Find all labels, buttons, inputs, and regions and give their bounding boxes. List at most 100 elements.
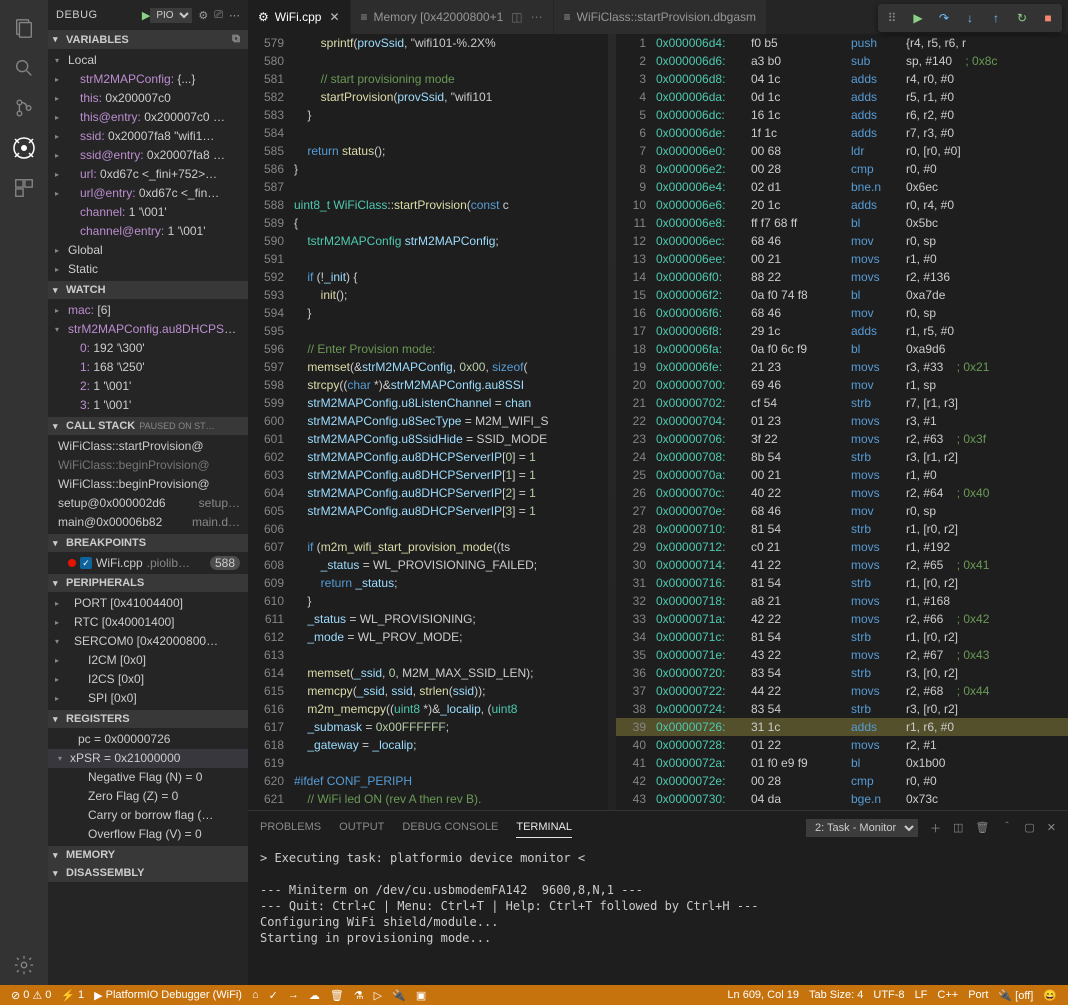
disasm-line[interactable]: 110x000006e8: ff f7 68 ff bl0x5bc [616,214,1068,232]
panel-tab[interactable]: DEBUG CONSOLE [402,817,498,838]
test-icon[interactable]: ⚗ [349,989,369,1002]
split-terminal-icon[interactable]: ◫ [953,821,963,834]
var-row[interactable]: ▸url@entry: 0xd67c <_fin… [48,184,248,203]
var-row[interactable]: ▸ssid: 0x20007fa8 "wifi1… [48,127,248,146]
disasm-line[interactable]: 390x00000726: 31 1c addsr1, r6, #0 [616,718,1068,736]
code-line[interactable]: 602 strM2MAPConfig.au8DHCPServerIP[0] = … [248,448,616,466]
code-line[interactable]: 617 _submask = 0x00FFFFFF; [248,718,616,736]
disasm-line[interactable]: 430x00000730: 04 da bge.n0x73c [616,790,1068,808]
code-line[interactable]: 607 if (m2m_wifi_start_provision_mode((t… [248,538,616,556]
stack-frame[interactable]: WiFiClass::beginProvision@ [48,456,248,475]
watch-row[interactable]: ▸mac: [6] [48,301,248,320]
disasm-line[interactable]: 310x00000716: 81 54 strbr1, [r0, r2] [616,574,1068,592]
kill-terminal-icon[interactable]: 🗑 [975,821,989,834]
disasm-line[interactable]: 200x00000700: 69 46 movr1, sp [616,376,1068,394]
register-row[interactable]: Overflow Flag (V) = 0 [48,825,248,844]
code-line[interactable]: 584 [248,124,616,142]
disasm-line[interactable]: 80x000006e2: 00 28 cmpr0, #0 [616,160,1068,178]
disasm-line[interactable]: 290x00000712: c0 21 movsr1, #192 [616,538,1068,556]
code-line[interactable]: 595 [248,322,616,340]
disasm-line[interactable]: 90x000006e4: 02 d1 bne.n0x6ec [616,178,1068,196]
code-line[interactable]: 614 memset(_ssid, 0, M2M_MAX_SSID_LEN); [248,664,616,682]
var-row[interactable]: channel: 1 '\001' [48,203,248,222]
settings-icon[interactable] [0,945,48,985]
periph-child[interactable]: ▸I2CM [0x0] [48,651,248,670]
disasm-line[interactable]: 240x00000708: 8b 54 strbr3, [r1, r2] [616,448,1068,466]
disasm-line[interactable]: 40x000006da: 0d 1c addsr5, r1, #0 [616,88,1068,106]
periph-row[interactable]: ▸PORT [0x41004400] [48,594,248,613]
scope-static[interactable]: ▸Static [48,260,248,279]
disasm-line[interactable]: 60x000006de: 1f 1c addsr7, r3, #0 [616,124,1068,142]
breakpoint-row[interactable]: ✓WiFi.cpp .piolib…588 [48,554,248,572]
periph-child[interactable]: ▸SPI [0x0] [48,689,248,708]
disasm-line[interactable]: 30x000006d8: 04 1c addsr4, r0, #0 [616,70,1068,88]
panel-tab[interactable]: OUTPUT [339,817,384,838]
var-row[interactable]: channel@entry: 1 '\001' [48,222,248,241]
registers-section[interactable]: REGISTERS [48,710,248,728]
code-line[interactable]: 605 strM2MAPConfig.au8DHCPServerIP[3] = … [248,502,616,520]
watch-child[interactable]: 1: 168 '\250' [48,358,248,377]
extensions-icon[interactable] [0,168,48,208]
clean-icon[interactable]: 🗑 [325,989,349,1002]
status-cursor[interactable]: Ln 609, Col 19 [722,989,804,1001]
register-row[interactable]: pc = 0x00000726 [48,730,248,749]
disasm-line[interactable]: 320x00000718: a8 21 movsr1, #168 [616,592,1068,610]
disasm-line[interactable]: 230x00000706: 3f 22 movsr2, #63 ; 0x3f [616,430,1068,448]
code-line[interactable]: 598 strcpy((char *)&strM2MAPConfig.au8SS… [248,376,616,394]
code-line[interactable]: 599 strM2MAPConfig.u8ListenChannel = cha… [248,394,616,412]
serial-icon[interactable]: 🔌 [387,989,411,1002]
disasm-line[interactable]: 100x000006e6: 20 1c addsr0, r4, #0 [616,196,1068,214]
code-line[interactable]: 594 } [248,304,616,322]
periph-row[interactable]: ▸RTC [0x40001400] [48,613,248,632]
watch-child[interactable]: 2: 1 '\001' [48,377,248,396]
code-line[interactable]: 621 // WiFi led ON (rev A then rev B). [248,790,616,808]
scm-icon[interactable] [0,88,48,128]
terminal-select[interactable]: 2: Task - Monitor [806,819,918,837]
var-row[interactable]: ▸url: 0xd67c <_fini+752>… [48,165,248,184]
disasm-line[interactable]: 140x000006f0: 88 22 movsr2, #136 [616,268,1068,286]
memory-section[interactable]: MEMORY [48,846,248,864]
var-row[interactable]: ▸strM2MAPConfig: {...} [48,70,248,89]
disasm-line[interactable]: 410x0000072a: 01 f0 e9 f9 bl0x1b00 [616,754,1068,772]
periph-child[interactable]: ▸I2CS [0x0] [48,670,248,689]
search-icon[interactable] [0,48,48,88]
scope-local[interactable]: ▾Local [48,51,248,70]
status-encoding[interactable]: UTF-8 [868,989,909,1001]
build-icon[interactable]: ✓ [264,989,283,1002]
panel-toggle-icon[interactable]: ▢ [1024,821,1034,834]
code-line[interactable]: 600 strM2MAPConfig.u8SecType = M2M_WIFI_… [248,412,616,430]
debug-icon[interactable] [0,128,48,168]
disasm-line[interactable]: 50x000006dc: 16 1c addsr6, r2, #0 [616,106,1068,124]
callstack-section[interactable]: CALL STACKPAUSED ON ST… [48,417,248,435]
disassembly-section[interactable]: DISASSEMBLY [48,864,248,882]
code-line[interactable]: 604 strM2MAPConfig.au8DHCPServerIP[2] = … [248,484,616,502]
step-into-icon[interactable]: ↓ [962,10,978,26]
code-line[interactable]: 588uint8_t WiFiClass::startProvision(con… [248,196,616,214]
code-line[interactable]: 612 _mode = WL_PROV_MODE; [248,628,616,646]
code-line[interactable]: 618 _gateway = _localip; [248,736,616,754]
var-row[interactable]: ▸this@entry: 0x200007c0 … [48,108,248,127]
code-line[interactable]: 582 startProvision(provSsid, "wifi101 [248,88,616,106]
disasm-line[interactable]: 210x00000702: cf 54 strbr7, [r1, r3] [616,394,1068,412]
var-row[interactable]: ▸ssid@entry: 0x20007fa8 … [48,146,248,165]
code-line[interactable]: 608 _status = WL_PROVISIONING_FAILED; [248,556,616,574]
status-port[interactable]: Port [963,989,993,1001]
code-line[interactable]: 593 init(); [248,286,616,304]
code-line[interactable]: 615 memcpy(_ssid, ssid, strlen(ssid)); [248,682,616,700]
disasm-line[interactable]: 270x0000070e: 68 46 movr0, sp [616,502,1068,520]
variables-section[interactable]: VARIABLES⧉ [48,30,248,49]
editor-tab[interactable]: ⚙WiFi.cpp✕ [248,0,351,34]
disasm-line[interactable]: 180x000006fa: 0a f0 6c f9 bl0xa9d6 [616,340,1068,358]
code-line[interactable]: 581 // start provisioning mode [248,70,616,88]
repl-icon[interactable]: ⎚ [214,9,223,22]
collapse-icon[interactable]: ⧉ [232,33,240,46]
disasm-line[interactable]: 360x00000720: 83 54 strbr3, [r0, r2] [616,664,1068,682]
new-terminal-icon[interactable]: ＋ [930,820,941,836]
debug-toolbar[interactable]: ⠿ ▶ ↷ ↓ ↑ ↻ ■ [878,4,1062,32]
register-row[interactable]: Zero Flag (Z) = 0 [48,787,248,806]
disasm-line[interactable]: 280x00000710: 81 54 strbr1, [r0, r2] [616,520,1068,538]
register-row[interactable]: Negative Flag (N) = 0 [48,768,248,787]
status-remote[interactable]: ⚡ 1 [56,989,89,1002]
upload-icon[interactable]: → [283,989,304,1001]
watch-section[interactable]: WATCH [48,281,248,299]
